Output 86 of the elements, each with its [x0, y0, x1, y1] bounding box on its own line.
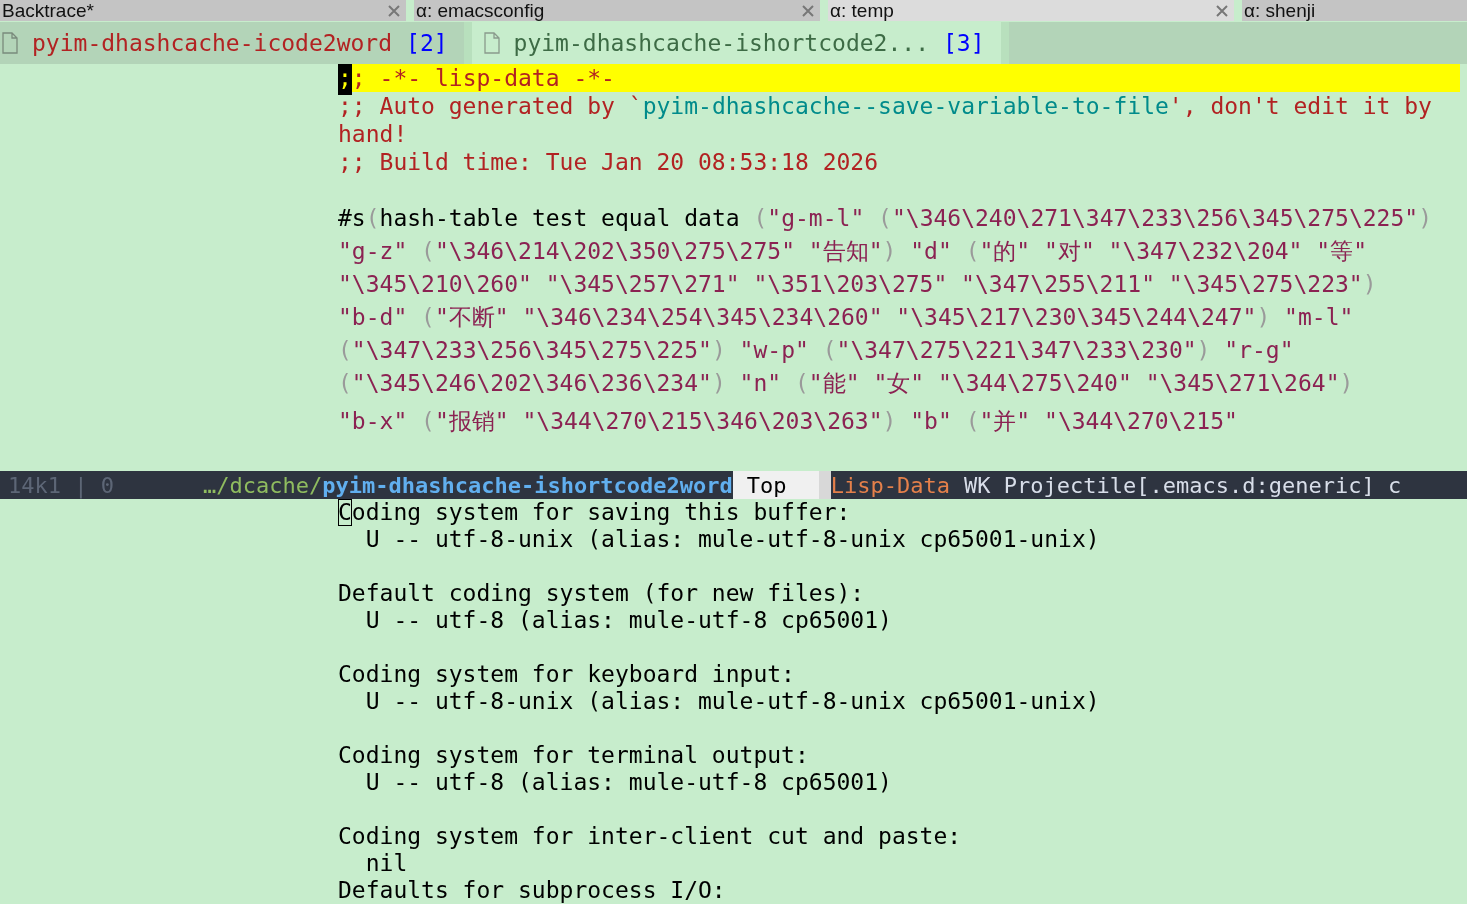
code-paren: ( [338, 335, 352, 365]
minor-modes: WK Projectile[.emacs.d:generic] c [963, 471, 1402, 500]
code-paren: ) [1418, 203, 1432, 233]
frame-tab-label: α: shenji [1244, 1, 1316, 20]
close-icon[interactable] [388, 4, 400, 17]
buffer-name: pyim-dhashcache-icode2word [32, 28, 393, 58]
code-paren: ( [421, 406, 435, 436]
code-text: nil [364, 850, 408, 877]
code-text: U -- utf-8-unix (alias: mule-utf-8-unix cp65001-unix) [364, 526, 1100, 553]
code-text: oding system for saving this buffer: [351, 499, 851, 526]
frame-tab[interactable]: Backtrace* [0, 0, 406, 21]
window-number: [3] [943, 28, 985, 58]
code-paren: ( [338, 368, 352, 398]
code-string: "b-d" [338, 302, 409, 332]
code-string: "n" [738, 368, 783, 398]
text-cursor: C [338, 499, 352, 526]
frame-tab[interactable]: α: emacsconfig [414, 0, 820, 21]
window-number: [2] [406, 28, 448, 58]
document-icon [2, 32, 18, 54]
code-paren: ) [711, 335, 726, 365]
code-text: Default coding system (for new files): [338, 580, 865, 607]
code-paren: ) [1256, 302, 1271, 332]
code-paren: ( [365, 203, 380, 233]
code-string: "g-z" [338, 236, 409, 266]
code-paren: ( [822, 335, 837, 365]
code-symbol: pyim-dhashcache--save-variable-to-file [642, 91, 1169, 121]
close-icon[interactable] [1216, 4, 1228, 17]
code-paren: ) [711, 368, 726, 398]
code-text: Coding system for terminal output: [338, 742, 809, 769]
buffer-directory: …/dcache/ [203, 471, 323, 500]
code-string: "b" [909, 406, 953, 436]
code-paren: ) [1339, 368, 1354, 398]
code-text: U -- utf-8-unix (alias: mule-utf-8-unix cp65001-unix) [364, 688, 1100, 715]
frame-tab-label: α: emacsconfig [416, 1, 545, 20]
code-paren: ( [753, 203, 768, 233]
code-string: "m-l" [1283, 302, 1354, 332]
code-paren: ( [878, 203, 892, 233]
code-string: "报销" "\344\270\215\346\203\263" [434, 406, 883, 436]
scroll-position: Top [732, 471, 819, 499]
code-paren: ) [1362, 269, 1377, 299]
code-text: Defaults for subprocess I/O: [338, 877, 726, 904]
code-text: #s [338, 203, 366, 233]
code-comment: ', don't edit it by [1168, 91, 1432, 121]
buffer-file-name: pyim-dhashcache-ishortcode2word [322, 471, 733, 500]
code-string: "\346\240\271\347\233\256\345\275\225" [891, 203, 1419, 233]
code-string: "不断" "\346\234\254\345\234\260" "\345\217\230\345\244\247" [434, 302, 1257, 332]
code-string: "\345\246\202\346\236\234" [351, 368, 712, 398]
document-icon [483, 32, 500, 54]
code-string: "d" [909, 236, 953, 266]
code-string: "并" "\344\270\215" [979, 406, 1238, 436]
frame-tab[interactable]: α: temp [828, 0, 1234, 21]
code-paren: ( [421, 302, 435, 332]
code-string: "能" "女" "\344\275\240" "\345\271\264" [808, 368, 1340, 398]
code-comment: ;; Build time: Tue Jan 20 08:53:18 2026 [338, 147, 879, 177]
buffer-tab[interactable]: pyim-dhashcache-icode2word [2] [0, 22, 472, 64]
buffer-name: pyim-dhashcache-ishortcode2... [513, 28, 929, 58]
code-paren: ) [1196, 335, 1211, 365]
code-paren: ( [795, 368, 809, 398]
code-comment: ; -*- lisp-data -*- [351, 64, 615, 93]
code-string: "r-g" [1223, 335, 1294, 365]
code-paren: ( [965, 406, 980, 436]
code-string: "的" "对" "\347\232\204" "等" [979, 236, 1367, 266]
major-mode: Lisp-Data [830, 471, 951, 500]
code-string: "b-x" [338, 406, 409, 436]
buffer-tab[interactable]: pyim-dhashcache-ishortcode2... [3] [471, 22, 1009, 64]
code-text: U -- utf-8 (alias: mule-utf-8 cp65001) [364, 607, 892, 634]
text-cursor: ; [338, 64, 352, 96]
code-paren: ) [882, 406, 897, 436]
frame-tab[interactable]: α: shenji [1242, 0, 1467, 21]
code-text: U -- utf-8 (alias: mule-utf-8 cp65001) [364, 769, 892, 796]
code-string: "\347\233\256\345\275\225" [351, 335, 712, 365]
code-string: "\345\210\260" "\345\257\271" "\351\203\275" "\347\255\211" "\345\275\223" [338, 269, 1363, 299]
code-comment: hand! [338, 119, 408, 149]
code-paren: ) [882, 236, 897, 266]
frame-tab-label: Backtrace* [2, 1, 94, 20]
code-string: "w-p" [738, 335, 810, 365]
frame-tab-label: α: temp [830, 1, 894, 20]
code-paren: ( [421, 236, 435, 266]
code-text: Coding system for inter-client cut and paste: [338, 823, 962, 850]
code-text: Coding system for keyboard input: [338, 661, 795, 688]
code-text: hash-table test equal data [379, 203, 741, 233]
code-string: "\346\214\202\350\275\275" "告知" [434, 236, 883, 266]
close-icon[interactable] [802, 4, 814, 17]
code-string: "\347\275\221\347\233\230" [836, 335, 1197, 365]
code-paren: ( [965, 236, 980, 266]
code-string: "g-m-l" [767, 203, 866, 233]
